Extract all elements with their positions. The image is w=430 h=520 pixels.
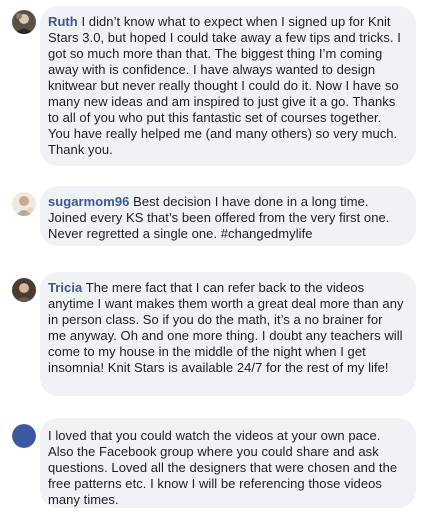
comment-text: The mere fact that I can refer back to t… [48, 280, 404, 375]
comment-text: I didn’t know what to expect when I sign… [48, 14, 401, 157]
comment-text: I loved that you could watch the videos … [48, 428, 398, 507]
comment-author[interactable]: Ruth [48, 14, 78, 29]
comment-bubble: sugarmom96 Best decision I have done in … [40, 186, 416, 246]
ruth-avatar[interactable] [12, 10, 36, 34]
comment-bubble: I loved that you could watch the videos … [40, 418, 416, 508]
comment-author[interactable]: Tricia [48, 280, 82, 295]
sugarmom96-avatar[interactable] [12, 192, 36, 216]
comment-bubble: Ruth I didn’t know what to expect when I… [40, 6, 416, 166]
comment-feed: Ruth I didn’t know what to expect when I… [0, 0, 430, 520]
default-avatar[interactable] [12, 424, 36, 448]
profile-photo-icon [12, 192, 36, 216]
comment-bubble: Tricia The mere fact that I can refer ba… [40, 272, 416, 396]
profile-photo-icon [12, 278, 36, 302]
profile-photo-icon [12, 10, 36, 34]
default-avatar-icon [12, 424, 36, 448]
tricia-avatar[interactable] [12, 278, 36, 302]
comment-author[interactable]: sugarmom96 [48, 194, 129, 209]
